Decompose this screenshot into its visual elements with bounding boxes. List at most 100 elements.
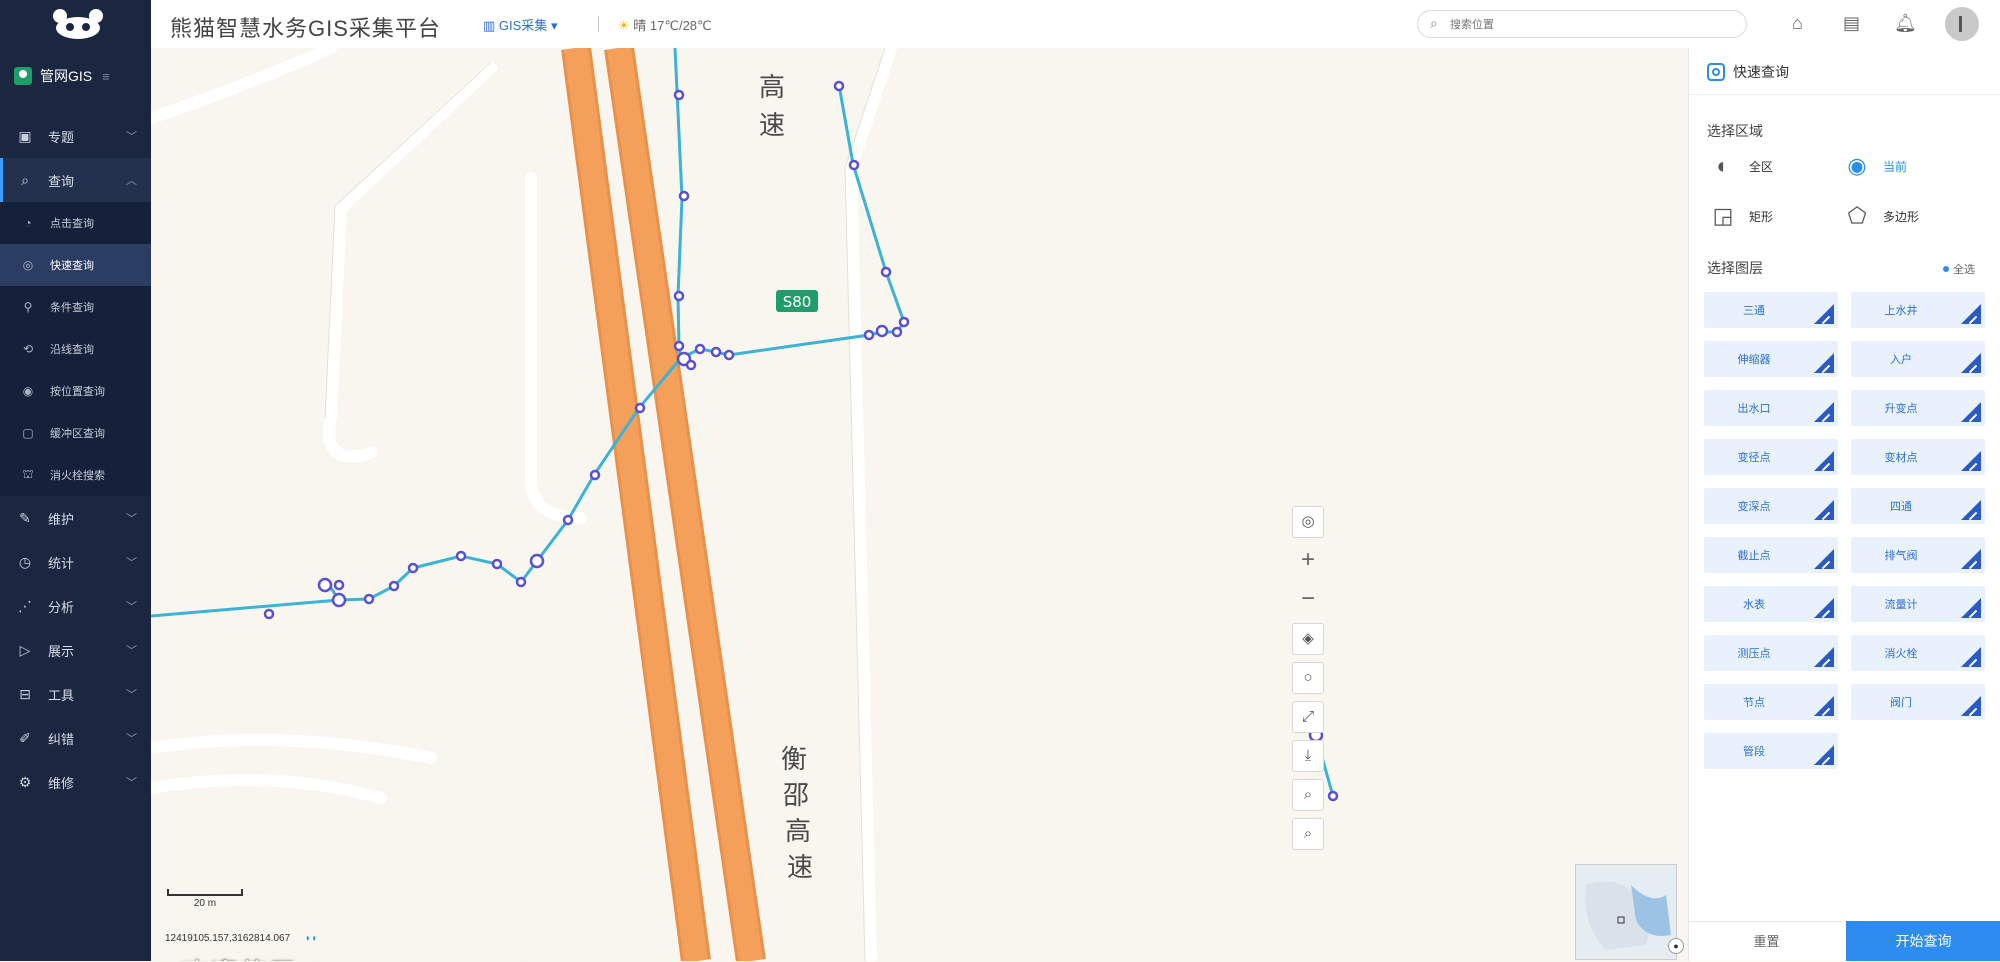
road-label: 速 [759,111,785,141]
quick-query-icon [1707,63,1725,81]
sidebar-item-correct[interactable]: ✐ 纠错 ﹀ [0,716,151,760]
layer-chip[interactable]: 排气阀 [1851,537,1985,573]
location-search[interactable]: ⌕ [1417,10,1747,38]
sidebar-item-query[interactable]: ⌕ 查询 ︿ [0,158,151,202]
sidebar: 管网GIS ≡ ▣ 专题 ﹀ ⌕ 查询 ︿ ◔ 点击查询 ◎ 快速查询 ⚲ 条件… [0,0,151,961]
region-current[interactable]: ◉ 当前 [1843,152,1907,180]
layer-chip[interactable]: 变径点 [1704,439,1838,475]
search-input[interactable] [1448,15,1732,35]
region-rectangle[interactable]: ◲ 矩形 [1709,202,1773,230]
locate-button[interactable]: ◎ [1292,506,1324,538]
avatar[interactable] [1945,7,1979,41]
app-switch[interactable]: 管网GIS ≡ [14,64,110,88]
bell-icon[interactable]: 🔔︎ [1894,13,1917,34]
chevron-down-icon: ﹀ [126,645,137,657]
region-all[interactable]: ◐ 全区 [1709,152,1773,180]
layer-chip[interactable]: 测压点 [1704,635,1838,671]
region-polygon[interactable]: ⬠ 多边形 [1843,202,1919,230]
sidebar-item-tools[interactable]: ⊟ 工具 ﹀ [0,672,151,716]
hydrant-icon: ⛫ [22,467,34,481]
layer-chip[interactable]: 伸缩器 [1704,341,1838,377]
page-title: 熊猫智慧水务GIS采集平台 [170,16,441,41]
layer-chip[interactable]: 节点 [1704,684,1838,720]
home-icon[interactable]: ⌂ [1792,13,1803,34]
zoom-in-button[interactable]: + [1292,545,1324,577]
select-all-checkbox[interactable]: 全选 [1943,261,1975,277]
layer-chip[interactable]: 变材点 [1851,439,1985,475]
scale-line [167,889,243,896]
sidebar-sub-condition-query[interactable]: ⚲ 条件查询 [0,286,151,328]
road-label: 高 [785,817,811,847]
chevron-down-icon: ▾ [550,18,558,33]
chevron-down-icon: ﹀ [126,733,137,745]
wrench-icon: ⚙ [18,773,32,790]
search-map-button[interactable]: ⌕ [1292,818,1324,850]
road-label: 衡 [781,745,807,775]
sidebar-item-display[interactable]: ▷ 展示 ﹀ [0,628,151,672]
sidebar-item-maintain[interactable]: ✎ 维护 ﹀ [0,496,151,540]
chevron-up-icon: ︿ [126,175,137,187]
road-shield: S80 [776,290,818,312]
circle-button[interactable]: ○ [1292,662,1324,694]
sidebar-item-topic[interactable]: ▣ 专题 ﹀ [0,114,151,158]
layer-chip[interactable]: 变深点 [1704,488,1838,524]
sun-icon: ☀ [618,18,630,33]
layer-chip[interactable]: 截止点 [1704,537,1838,573]
radar-icon: ◎ [22,258,34,272]
system-select[interactable]: ▥ GIS采集 ▾ [483,15,557,34]
location-icon: ◉ [22,384,34,398]
sidebar-sub-line-query[interactable]: ⟲ 沿线查询 [0,328,151,370]
layer-chip[interactable]: 流量计 [1851,586,1985,622]
search-icon: ⌕ [1303,825,1313,842]
layer-chip[interactable]: 四通 [1851,488,1985,524]
overview-map[interactable] [1575,864,1677,960]
layer-chip[interactable]: 水表 [1704,586,1838,622]
sidebar-sub-quick-query[interactable]: ◎ 快速查询 [0,244,151,286]
layer-chip[interactable]: 出水口 [1704,390,1838,426]
toolbox-icon: ⊟ [19,685,31,702]
polygon-select-icon: ⬠ [1847,203,1867,228]
watermark: 欢迎使用 (QQ:359325424) [181,952,530,961]
chart-icon: ⋰ [18,597,32,614]
layer-chip[interactable]: 升变点 [1851,390,1985,426]
layer-chip[interactable]: 上水井 [1851,292,1985,328]
layer-chip[interactable]: 入户 [1851,341,1985,377]
checked-dot-icon [1943,266,1949,272]
chevron-down-icon: ﹀ [126,689,137,701]
sidebar-item-repair[interactable]: ⚙ 维修 ﹀ [0,760,151,804]
sidebar-item-stats[interactable]: ◷ 统计 ﹀ [0,540,151,584]
rectangle-select-icon: ◲ [1712,203,1734,228]
map-provider-logo: ◗◖ [304,933,318,944]
menu-fold-icon[interactable]: ≡ [102,69,110,84]
layer-chip[interactable]: 消火栓 [1851,635,1985,671]
map-canvas[interactable]: 高 速 衡 邵 高 速 S80 ◎ + − ◈ ○ ⤢ ⤓ ⌕ ⌕ 20 m 1… [151,48,1688,961]
chevron-down-icon: ﹀ [126,513,137,525]
quick-query-panel: 快速查询 选择区域 ◐ 全区 ◉ 当前 ◲ 矩形 ⬠ 多边形 选择图层 全选 三… [1688,48,2000,961]
building-icon: ▥ [483,18,496,33]
download-button[interactable]: ⤓ [1292,740,1324,772]
sidebar-sub-click-query[interactable]: ◔ 点击查询 [0,202,151,244]
panel-title: 快速查询 [1707,62,1789,82]
layer-chip[interactable]: 管段 [1704,733,1838,769]
sidebar-item-analysis[interactable]: ⋰ 分析 ﹀ [0,584,151,628]
sidebar-sub-buffer-query[interactable]: ▢ 缓冲区查询 [0,412,151,454]
road-label: 高 [759,73,785,103]
fullscreen-icon: ⤢ [1301,708,1314,725]
zoom-out-button[interactable]: − [1292,584,1324,616]
layer-chip[interactable]: 阀门 [1851,684,1985,720]
sidebar-sub-hydrant-search[interactable]: ⛫ 消火栓搜索 [0,454,151,496]
reset-button[interactable]: 重置 [1689,921,1844,961]
topic-icon: ▣ [18,127,32,144]
divider [598,16,599,32]
start-query-button[interactable]: 开始查询 [1846,921,2000,961]
clipboard-icon[interactable]: ▤ [1843,13,1860,34]
buffer-icon: ▢ [22,426,34,440]
zoom-search-button[interactable]: ⌕ [1292,779,1324,811]
filter-icon: ⚲ [23,300,33,314]
fullscreen-button[interactable]: ⤢ [1292,701,1324,733]
map-layer: 高 速 衡 邵 高 速 S80 [151,48,1339,961]
layer-chip[interactable]: 三通 [1704,292,1838,328]
settings-corner-icon[interactable]: ● [1668,938,1684,954]
layers-button[interactable]: ◈ [1292,623,1324,655]
sidebar-sub-location-query[interactable]: ◉ 按位置查询 [0,370,151,412]
